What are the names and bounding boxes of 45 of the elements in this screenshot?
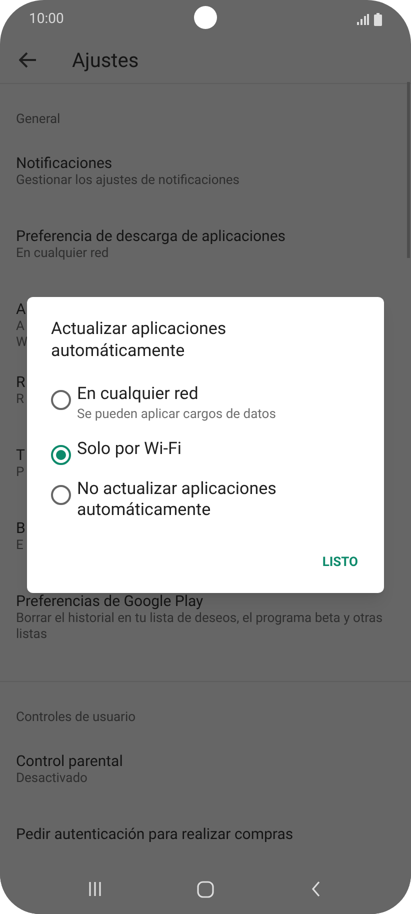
settings-item[interactable]: Notificaciones Gestionar los ajustes de notificaciones xyxy=(0,148,404,221)
item-title: R xyxy=(16,372,26,392)
item-subtitle: A xyxy=(16,319,24,335)
recent-apps-icon[interactable] xyxy=(88,881,102,897)
item-subtitle: Borrar el historial en tu lista de deseos, el programa beta y otras listas xyxy=(16,611,384,643)
back-nav-icon[interactable] xyxy=(310,881,321,897)
item-title: A xyxy=(16,299,26,319)
battery-icon xyxy=(374,12,382,26)
radio-option[interactable]: Solo por Wi-Fi xyxy=(51,439,360,465)
option-label: No actualizar aplicaciones automáticamente xyxy=(77,479,278,521)
radio-option[interactable]: En cualquier red Se pueden aplicar cargos de datos xyxy=(51,384,360,425)
done-button[interactable]: LISTO xyxy=(320,549,360,576)
item-subtitle: Gestionar los ajustes de notificaciones xyxy=(16,173,240,189)
item-subtitle: P xyxy=(16,465,24,481)
item-title: Preferencias de Google Play xyxy=(16,591,204,611)
section-header: Controles de usuario xyxy=(16,709,136,728)
status-time: 10:00 xyxy=(29,10,64,28)
signal-icon xyxy=(357,14,369,24)
option-label: Solo por Wi-Fi xyxy=(77,439,182,460)
item-title: B xyxy=(16,518,26,538)
item-title: Control parental xyxy=(16,751,123,771)
settings-item[interactable]: Preferencia de descarga de aplicaciones En cualquier red xyxy=(0,221,404,294)
settings-item[interactable]: Pedir autenticación para realizar compras xyxy=(0,819,404,844)
dialog-title: Actualizar aplicaciones automáticamente xyxy=(51,318,228,362)
item-title: Pedir autenticación para realizar compras xyxy=(16,824,294,844)
item-subtitle: R xyxy=(16,392,24,408)
item-subtitle: W xyxy=(16,335,28,351)
item-title: Preferencia de descarga de aplicaciones xyxy=(16,226,286,246)
radio-button[interactable] xyxy=(51,445,71,465)
radio-button[interactable] xyxy=(51,390,71,410)
camera-cutout-icon xyxy=(194,6,217,29)
back-icon[interactable] xyxy=(19,52,37,68)
item-title: T xyxy=(16,445,25,465)
item-subtitle: En cualquier red xyxy=(16,246,109,262)
screen-title: Ajustes xyxy=(72,46,139,74)
home-icon[interactable] xyxy=(196,880,214,898)
item-subtitle: E xyxy=(16,538,24,554)
settings-item[interactable]: Control parental Desactivado xyxy=(0,746,404,819)
option-hint: Se pueden aplicar cargos de datos xyxy=(77,406,276,424)
item-title: Notificaciones xyxy=(16,153,112,173)
radio-option[interactable]: No actualizar aplicaciones automáticamente xyxy=(51,479,360,521)
radio-button[interactable] xyxy=(51,485,71,505)
item-subtitle: Desactivado xyxy=(16,771,88,787)
option-label: En cualquier red xyxy=(77,384,200,405)
section-header: General xyxy=(16,111,60,130)
